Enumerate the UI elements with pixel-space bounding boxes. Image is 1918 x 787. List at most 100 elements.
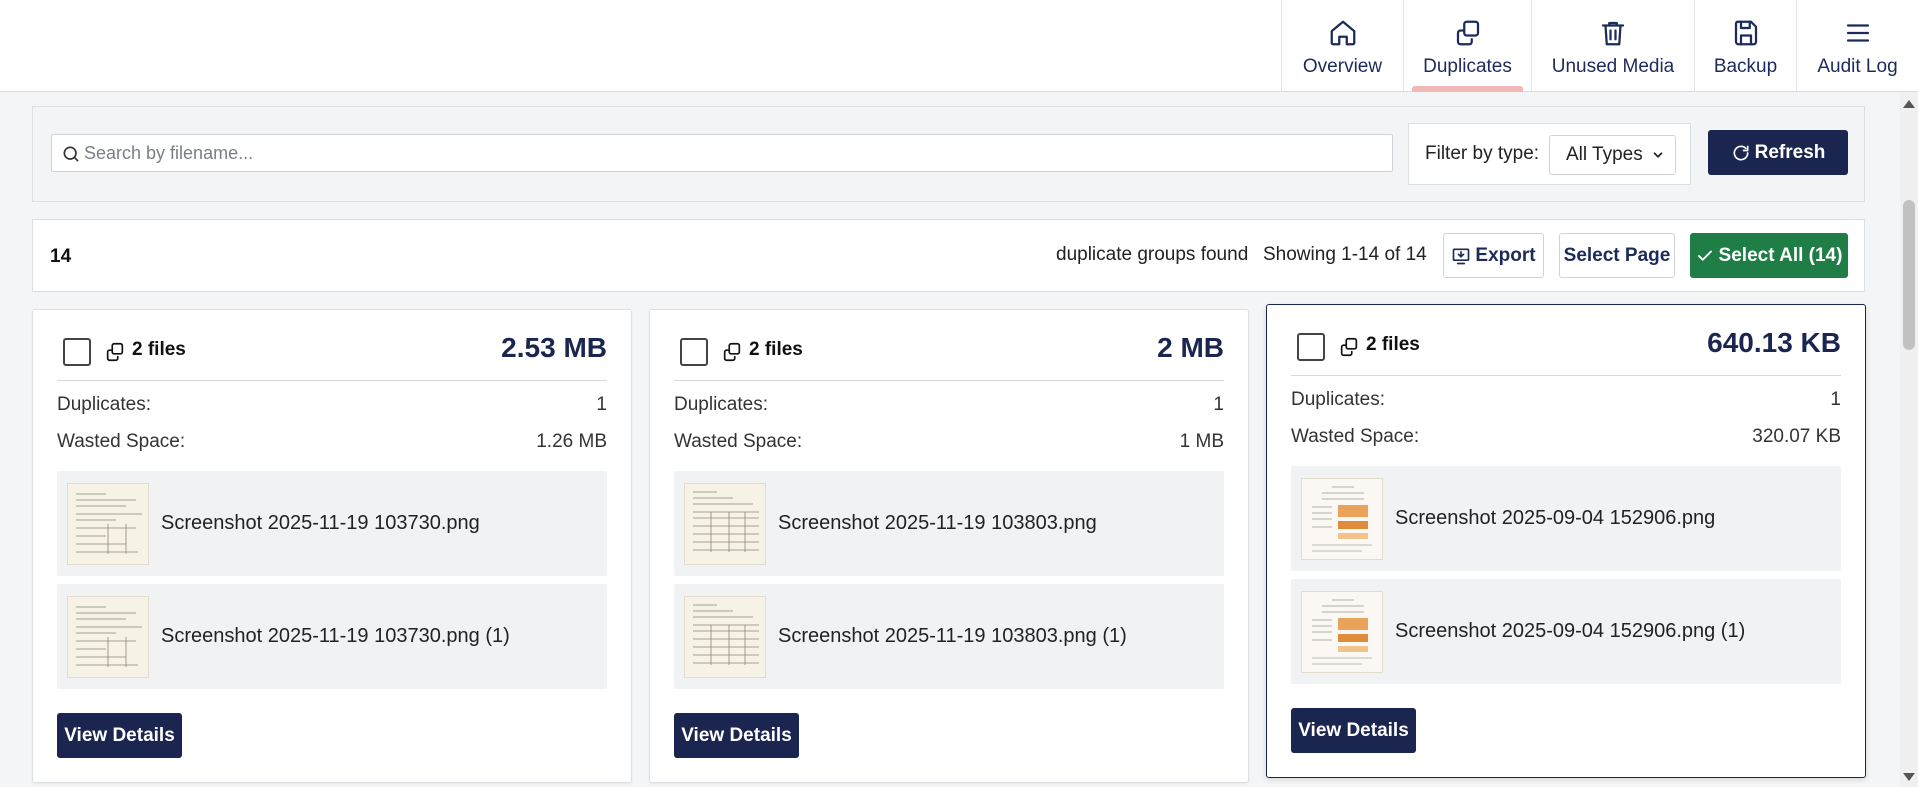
document-thumbnail-icon — [76, 493, 142, 554]
file-item[interactable]: Screenshot 2025-09-04 152906.png — [1291, 466, 1841, 571]
card-divider — [674, 380, 1224, 381]
type-filter-select[interactable]: All Types — [1549, 135, 1676, 175]
document-thumbnail-icon — [693, 491, 759, 552]
select-page-button[interactable]: Select Page — [1559, 233, 1675, 278]
save-icon — [1734, 20, 1757, 46]
file-count: 2 files — [749, 339, 803, 360]
results-summary-bar: 14 duplicate groups found Showing 1-14 o… — [32, 219, 1865, 292]
nav-unused-media-label: Unused Media — [1551, 56, 1675, 77]
group-size: 2 MB — [1157, 332, 1224, 363]
trash-icon — [1601, 21, 1625, 46]
filter-label: Filter by type: — [1425, 143, 1540, 164]
scroll-down-arrow-icon[interactable] — [1903, 773, 1915, 781]
scroll-up-arrow-icon[interactable] — [1903, 100, 1915, 108]
duplicates-value: 1 — [1830, 389, 1841, 410]
view-details-label: View Details — [681, 724, 792, 746]
duplicate-icon — [1456, 20, 1479, 46]
refresh-button-label: Refresh — [1754, 141, 1826, 163]
group-count: 14 — [50, 246, 72, 267]
nav-audit-log[interactable]: Audit Log — [1796, 0, 1918, 92]
duplicate-files-icon — [1340, 337, 1358, 357]
page-scrollbar[interactable] — [1900, 92, 1918, 787]
view-details-button[interactable]: View Details — [674, 713, 799, 758]
export-button[interactable]: Export — [1443, 233, 1544, 278]
file-item[interactable]: Screenshot 2025-09-04 152906.png (1) — [1291, 579, 1841, 684]
duplicates-row: Duplicates: 1 — [57, 394, 607, 416]
file-thumbnail — [684, 482, 766, 565]
file-thumbnail — [684, 595, 766, 678]
wasted-space-value: 1 MB — [1179, 431, 1224, 452]
file-thumbnail — [1301, 477, 1383, 560]
group-checkbox[interactable] — [1297, 333, 1325, 361]
nav-audit-log-label: Audit Log — [1817, 56, 1898, 77]
view-details-label: View Details — [64, 724, 175, 746]
wasted-space-label: Wasted Space: — [674, 431, 803, 452]
check-icon — [1697, 250, 1712, 261]
duplicates-value: 1 — [1213, 394, 1224, 415]
duplicates-label: Duplicates: — [57, 394, 151, 415]
select-page-label: Select Page — [1563, 244, 1671, 266]
file-item[interactable]: Screenshot 2025-11-19 103803.png (1) — [674, 584, 1224, 689]
group-checkbox[interactable] — [63, 338, 91, 366]
file-thumbnail — [67, 595, 149, 678]
search-filter-panel: Filter by type: All Types Refresh — [32, 106, 1865, 202]
document-thumbnail-icon — [693, 604, 759, 665]
document-thumbnail-icon — [1312, 599, 1372, 664]
wasted-space-label: Wasted Space: — [1291, 426, 1420, 447]
file-item[interactable]: Screenshot 2025-11-19 103803.png — [674, 471, 1224, 576]
file-item[interactable]: Screenshot 2025-11-19 103730.png — [57, 471, 607, 576]
search-input[interactable] — [84, 135, 1384, 171]
nav-unused-media[interactable]: Unused Media — [1531, 0, 1694, 92]
file-item[interactable]: Screenshot 2025-11-19 103730.png (1) — [57, 584, 607, 689]
wasted-space-value: 320.07 KB — [1752, 426, 1841, 447]
nav-overview-label: Overview — [1302, 56, 1383, 77]
group-checkbox[interactable] — [680, 338, 708, 366]
select-all-button[interactable]: Select All (14) — [1690, 233, 1848, 278]
view-details-button[interactable]: View Details — [57, 713, 182, 758]
duplicate-files-icon — [723, 342, 741, 362]
file-thumbnail — [1301, 590, 1383, 673]
nav-overview[interactable]: Overview — [1281, 0, 1403, 92]
chevron-down-icon — [1653, 152, 1663, 158]
groups-found-text: duplicate groups found — [1056, 244, 1249, 265]
wasted-space-label: Wasted Space: — [57, 431, 186, 452]
search-box[interactable] — [51, 134, 1393, 172]
top-navbar: Overview Duplicates Unused Media Backup … — [0, 0, 1918, 92]
duplicates-label: Duplicates: — [1291, 389, 1385, 410]
duplicates-row: Duplicates: 1 — [674, 394, 1224, 416]
type-filter-group: Filter by type: All Types — [1408, 123, 1691, 185]
file-name: Screenshot 2025-09-04 152906.png (1) — [1395, 620, 1746, 642]
main-nav: Overview Duplicates Unused Media Backup … — [1281, 0, 1918, 92]
wasted-space-row: Wasted Space: 1.26 MB — [57, 431, 607, 453]
wasted-space-row: Wasted Space: 1 MB — [674, 431, 1224, 453]
document-thumbnail-icon — [76, 606, 142, 667]
select-all-label: Select All (14) — [1718, 244, 1843, 266]
pagination-text: Showing 1-14 of 14 — [1263, 244, 1427, 265]
export-button-label: Export — [1475, 244, 1536, 266]
nav-backup[interactable]: Backup — [1694, 0, 1796, 92]
duplicate-files-icon — [106, 342, 124, 362]
duplicate-group-card: 2 files 2 MB Duplicates: 1 Wasted Space:… — [649, 309, 1249, 783]
type-filter-value: All Types — [1566, 144, 1643, 165]
menu-icon — [1846, 24, 1869, 42]
nav-duplicates-label: Duplicates — [1423, 56, 1512, 77]
duplicates-label: Duplicates: — [674, 394, 768, 415]
view-details-button[interactable]: View Details — [1291, 708, 1416, 753]
duplicate-group-card: 2 files 2.53 MB Duplicates: 1 Wasted Spa… — [32, 309, 632, 783]
duplicates-value: 1 — [596, 394, 607, 415]
export-icon — [1453, 248, 1470, 264]
group-size: 2.53 MB — [501, 332, 607, 363]
search-icon — [63, 146, 79, 162]
group-size: 640.13 KB — [1707, 327, 1841, 358]
scroll-thumb[interactable] — [1903, 200, 1915, 350]
refresh-button[interactable]: Refresh — [1708, 130, 1848, 175]
duplicate-group-card: 2 files 640.13 KB Duplicates: 1 Wasted S… — [1266, 304, 1866, 778]
file-name: Screenshot 2025-11-19 103730.png (1) — [161, 625, 510, 647]
file-thumbnail — [67, 482, 149, 565]
file-count: 2 files — [132, 339, 186, 360]
wasted-space-row: Wasted Space: 320.07 KB — [1291, 426, 1841, 448]
refresh-icon — [1733, 145, 1749, 161]
card-divider — [57, 380, 607, 381]
file-name: Screenshot 2025-11-19 103803.png — [778, 512, 1097, 534]
nav-duplicates[interactable]: Duplicates — [1403, 0, 1531, 92]
